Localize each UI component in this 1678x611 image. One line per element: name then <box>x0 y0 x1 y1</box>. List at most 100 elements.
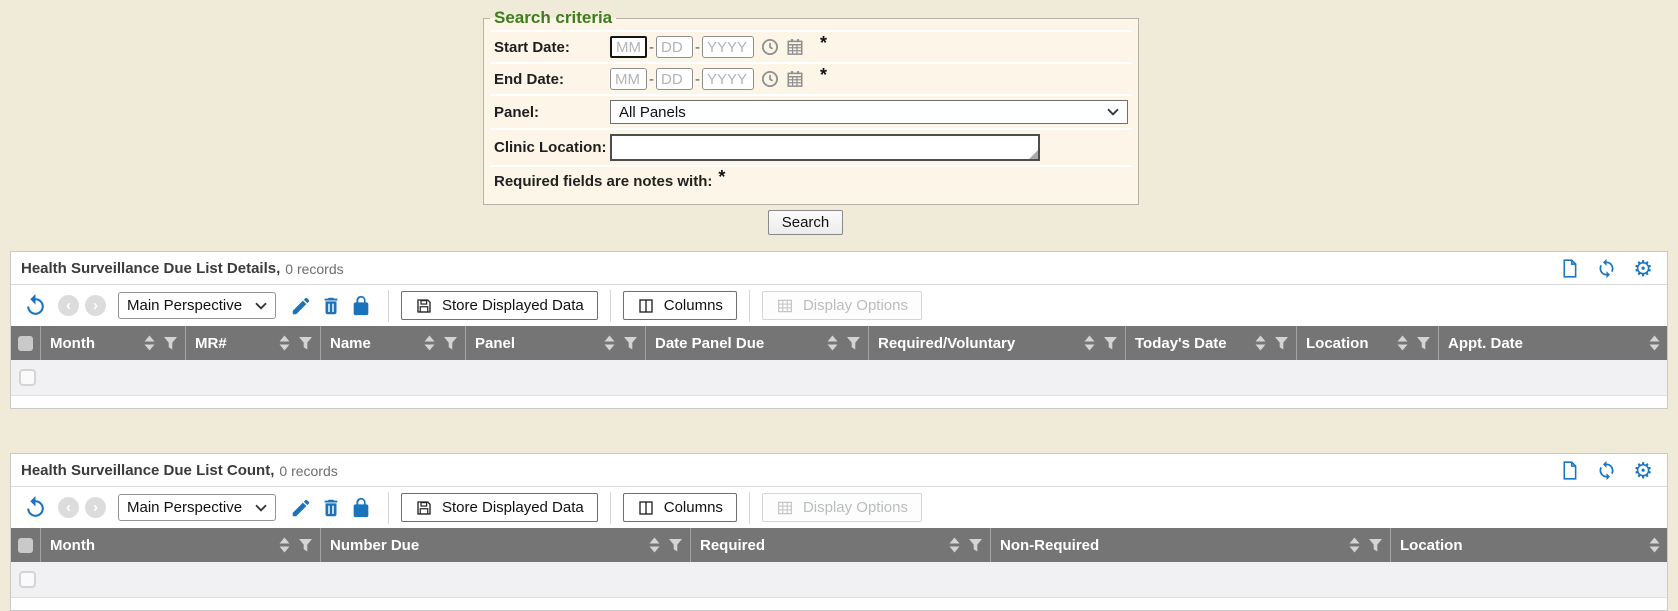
column-header-todays-date[interactable]: Today's Date <box>1126 326 1297 360</box>
clock-icon[interactable] <box>761 38 779 56</box>
column-header-month[interactable]: Month <box>41 326 186 360</box>
perspective-select[interactable]: Main Perspective <box>118 292 276 319</box>
store-displayed-data-button[interactable]: Store Displayed Data <box>401 493 598 522</box>
start-date-day-input[interactable] <box>656 36 693 58</box>
filter-icon[interactable] <box>1416 336 1431 350</box>
end-date-month-input[interactable] <box>610 68 647 90</box>
end-date-year-input[interactable] <box>702 68 754 90</box>
toolbar-divider <box>388 290 389 322</box>
reset-perspective-icon[interactable] <box>23 495 48 520</box>
perspective-select[interactable]: Main Perspective <box>118 494 276 521</box>
sort-icon[interactable] <box>144 335 155 351</box>
edit-pencil-icon[interactable] <box>290 497 312 519</box>
column-header-non-required[interactable]: Non-Required <box>991 528 1391 562</box>
calendar-icon[interactable] <box>786 38 804 56</box>
sort-icon[interactable] <box>604 335 615 351</box>
row-checkbox[interactable] <box>19 369 36 386</box>
next-perspective-button[interactable]: › <box>85 295 106 316</box>
column-header-name[interactable]: Name <box>321 326 466 360</box>
sort-icon[interactable] <box>949 537 960 553</box>
end-date-day-input[interactable] <box>656 68 693 90</box>
lock-icon[interactable] <box>350 295 372 317</box>
sort-icon[interactable] <box>279 335 290 351</box>
reset-perspective-icon[interactable] <box>23 293 48 318</box>
search-button[interactable]: Search <box>768 210 844 235</box>
panel-select[interactable]: All Panels <box>610 100 1128 124</box>
next-perspective-button[interactable]: › <box>85 497 106 518</box>
sort-icon[interactable] <box>1649 537 1660 553</box>
columns-button[interactable]: Columns <box>623 493 737 522</box>
column-header-date-panel-due[interactable]: Date Panel Due <box>646 326 869 360</box>
sort-icon[interactable] <box>1084 335 1095 351</box>
refresh-icon[interactable] <box>1596 460 1617 481</box>
row-checkbox[interactable] <box>19 571 36 588</box>
column-header-mr[interactable]: MR# <box>186 326 321 360</box>
trash-icon[interactable] <box>320 497 342 519</box>
select-all-checkbox[interactable] <box>18 538 33 553</box>
filter-icon[interactable] <box>1274 336 1289 350</box>
start-date-month-input[interactable] <box>610 36 647 58</box>
column-header-panel[interactable]: Panel <box>466 326 646 360</box>
previous-perspective-button[interactable]: ‹ <box>58 497 79 518</box>
perspective-select-value: Main Perspective <box>127 297 242 314</box>
filter-icon[interactable] <box>968 538 983 552</box>
record-count: 0 records <box>285 261 343 277</box>
edit-pencil-icon[interactable] <box>290 295 312 317</box>
sort-icon[interactable] <box>1349 537 1360 553</box>
store-displayed-data-button[interactable]: Store Displayed Data <box>401 291 598 320</box>
table-row[interactable] <box>11 360 1667 396</box>
column-header-required[interactable]: Required <box>691 528 991 562</box>
filter-icon[interactable] <box>846 336 861 350</box>
due-list-count-panel: Health Surveillance Due List Count, 0 re… <box>10 453 1668 611</box>
export-document-icon[interactable] <box>1559 460 1580 481</box>
filter-icon[interactable] <box>1368 538 1383 552</box>
filter-icon[interactable] <box>668 538 683 552</box>
start-date-year-input[interactable] <box>702 36 754 58</box>
column-header-month[interactable]: Month <box>41 528 321 562</box>
calendar-icon[interactable] <box>786 70 804 88</box>
resize-grip[interactable] <box>1029 150 1038 159</box>
column-header-appt-date[interactable]: Appt. Date <box>1439 326 1667 360</box>
sort-icon[interactable] <box>649 537 660 553</box>
table-row[interactable] <box>11 562 1667 598</box>
sort-icon[interactable] <box>827 335 838 351</box>
column-header-number-due[interactable]: Number Due <box>321 528 691 562</box>
start-date-label: Start Date: <box>494 39 610 56</box>
table-toolbar: ‹ › Main Perspective Store Displayed Dat… <box>11 486 1667 528</box>
filter-icon[interactable] <box>298 336 313 350</box>
filter-icon[interactable] <box>163 336 178 350</box>
refresh-icon[interactable] <box>1596 258 1617 279</box>
panel-title-bar: Health Surveillance Due List Count, 0 re… <box>11 454 1667 486</box>
column-header-location[interactable]: Location <box>1297 326 1439 360</box>
filter-icon[interactable] <box>1103 336 1118 350</box>
trash-icon[interactable] <box>320 295 342 317</box>
lock-icon[interactable] <box>350 497 372 519</box>
filter-icon[interactable] <box>443 336 458 350</box>
column-header-location[interactable]: Location <box>1391 528 1667 562</box>
toolbar-divider <box>610 290 611 322</box>
display-options-button[interactable]: Display Options <box>762 493 922 522</box>
gear-icon[interactable]: ⚙ <box>1633 259 1653 279</box>
clinic-location-input[interactable] <box>610 134 1040 161</box>
export-document-icon[interactable] <box>1559 258 1580 279</box>
panel-label: Panel: <box>494 104 610 121</box>
grid-icon <box>776 297 794 315</box>
sort-icon[interactable] <box>1255 335 1266 351</box>
previous-perspective-button[interactable]: ‹ <box>58 295 79 316</box>
filter-icon[interactable] <box>623 336 638 350</box>
select-all-checkbox[interactable] <box>18 336 33 351</box>
panel-title: Health Surveillance Due List Details, <box>21 260 280 277</box>
perspective-select-value: Main Perspective <box>127 499 242 516</box>
columns-button[interactable]: Columns <box>623 291 737 320</box>
panel-select-value: All Panels <box>619 104 686 121</box>
sort-icon[interactable] <box>424 335 435 351</box>
required-note-text: Required fields are notes with: <box>494 173 712 190</box>
filter-icon[interactable] <box>298 538 313 552</box>
clock-icon[interactable] <box>761 70 779 88</box>
sort-icon[interactable] <box>1397 335 1408 351</box>
display-options-button[interactable]: Display Options <box>762 291 922 320</box>
sort-icon[interactable] <box>1649 335 1660 351</box>
sort-icon[interactable] <box>279 537 290 553</box>
gear-icon[interactable]: ⚙ <box>1633 461 1653 481</box>
column-header-required-voluntary[interactable]: Required/Voluntary <box>869 326 1126 360</box>
